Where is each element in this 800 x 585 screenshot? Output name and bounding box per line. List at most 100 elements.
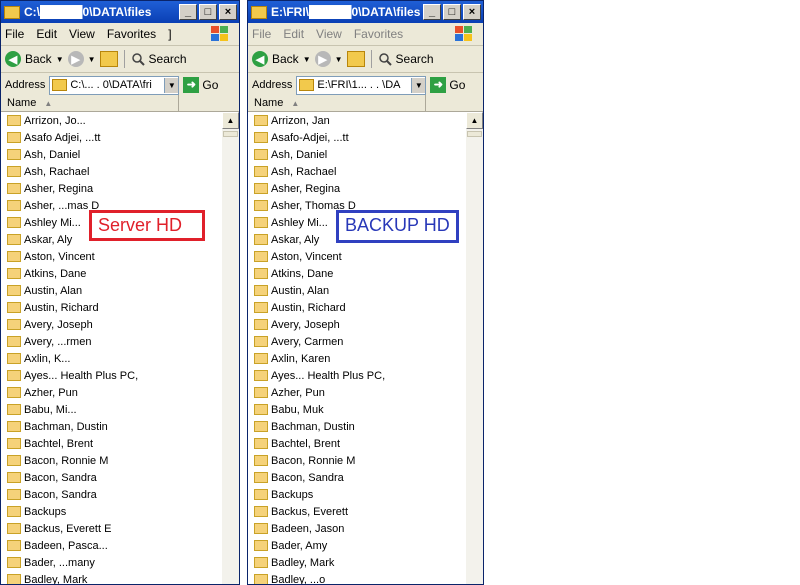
- folder-row[interactable]: Bader, Amy: [248, 537, 466, 554]
- folder-name: Babu, Mi...: [24, 403, 77, 416]
- folder-row[interactable]: Ash, Daniel: [248, 146, 466, 163]
- folder-row[interactable]: Badley, ...o: [248, 571, 466, 584]
- folder-row[interactable]: Axlin, Karen: [248, 350, 466, 367]
- close-button[interactable]: ×: [219, 4, 237, 20]
- folder-row[interactable]: Aston, Vincent: [248, 248, 466, 265]
- maximize-button[interactable]: □: [443, 4, 461, 20]
- folder-row[interactable]: Ayes... Health Plus PC,: [1, 367, 222, 384]
- menu-file[interactable]: File: [252, 27, 271, 41]
- folder-row[interactable]: Avery, ...rmen: [1, 333, 222, 350]
- folder-row[interactable]: Bachman, Dustin: [248, 418, 466, 435]
- folder-row[interactable]: Babu, Mi...: [1, 401, 222, 418]
- folder-row[interactable]: Backus, Everett: [248, 503, 466, 520]
- folder-row[interactable]: Backus, Everett E: [1, 520, 222, 537]
- folder-row[interactable]: Austin, Richard: [248, 299, 466, 316]
- go-button[interactable]: ➜ Go: [183, 77, 218, 93]
- folder-row[interactable]: Atkins, Dane: [1, 265, 222, 282]
- menu-file[interactable]: File: [5, 27, 24, 41]
- folder-row[interactable]: Ash, Rachael: [1, 163, 222, 180]
- up-folder-icon[interactable]: [346, 51, 365, 67]
- folder-row[interactable]: Arrizon, Jo...: [1, 112, 222, 129]
- menu-favorites[interactable]: Favorites: [354, 27, 403, 41]
- folder-row[interactable]: Atkins, Dane: [248, 265, 466, 282]
- folder-row[interactable]: Avery, Joseph: [1, 316, 222, 333]
- back-button[interactable]: Back: [25, 52, 52, 66]
- folder-row[interactable]: Avery, Carmen: [248, 333, 466, 350]
- folder-row[interactable]: Asafo Adjei, ...tt: [1, 129, 222, 146]
- scroll-up-icon[interactable]: ▲: [466, 112, 483, 129]
- folder-row[interactable]: Ash, Daniel: [1, 146, 222, 163]
- back-dropdown-icon[interactable]: ▼: [56, 55, 64, 64]
- folder-row[interactable]: Asafo-Adjei, ...tt: [248, 129, 466, 146]
- folder-row[interactable]: Azher, Pun: [248, 384, 466, 401]
- name-column-header[interactable]: Name ▲: [248, 95, 426, 111]
- name-column-header[interactable]: Name ▲: [1, 95, 179, 111]
- folder-row[interactable]: Badley, Mark: [248, 554, 466, 571]
- folder-row[interactable]: Austin, Richard: [1, 299, 222, 316]
- folder-row[interactable]: Bachtel, Brent: [248, 435, 466, 452]
- go-button[interactable]: ➜ Go: [430, 77, 465, 93]
- title-bar[interactable]: C:\█████0\DATA\files _ □ ×: [1, 1, 239, 23]
- menu-favorites[interactable]: Favorites: [107, 27, 156, 41]
- menu-overflow[interactable]: ]: [168, 27, 171, 41]
- menu-view[interactable]: View: [69, 27, 95, 41]
- forward-arrow-icon[interactable]: ▶: [67, 51, 84, 67]
- back-button[interactable]: Back: [272, 52, 299, 66]
- folder-row[interactable]: Badley, Mark: [1, 571, 222, 584]
- forward-dropdown-icon[interactable]: ▼: [88, 55, 96, 64]
- folder-row[interactable]: Bacon, Sandra: [1, 486, 222, 503]
- folder-row[interactable]: Ash, Rachael: [248, 163, 466, 180]
- back-arrow-icon[interactable]: ◀: [5, 51, 21, 67]
- search-icon[interactable]: [378, 52, 392, 66]
- address-dropdown-icon[interactable]: ▼: [411, 77, 426, 93]
- back-arrow-icon[interactable]: ◀: [252, 51, 268, 67]
- back-dropdown-icon[interactable]: ▼: [303, 55, 311, 64]
- minimize-button[interactable]: _: [179, 4, 197, 20]
- menu-edit[interactable]: Edit: [36, 27, 57, 41]
- folder-row[interactable]: Backups: [248, 486, 466, 503]
- menu-view[interactable]: View: [316, 27, 342, 41]
- menu-edit[interactable]: Edit: [283, 27, 304, 41]
- folder-row[interactable]: Bacon, Ronnie M: [248, 452, 466, 469]
- folder-row[interactable]: Bachtel, Brent: [1, 435, 222, 452]
- folder-row[interactable]: Babu, Muk: [248, 401, 466, 418]
- folder-row[interactable]: Azher, Pun: [1, 384, 222, 401]
- folder-row[interactable]: Avery, Joseph: [248, 316, 466, 333]
- folder-row[interactable]: Badeen, Jason: [248, 520, 466, 537]
- folder-row[interactable]: Ayes... Health Plus PC,: [248, 367, 466, 384]
- folder-row[interactable]: Backups: [1, 503, 222, 520]
- folder-row[interactable]: Asher, Regina: [248, 180, 466, 197]
- folder-row[interactable]: Axlin, K...: [1, 350, 222, 367]
- folder-row[interactable]: Austin, Alan: [248, 282, 466, 299]
- folder-row[interactable]: Asher, Regina: [1, 180, 222, 197]
- scroll-up-icon[interactable]: ▲: [222, 112, 239, 129]
- folder-row[interactable]: Aston, Vincent: [1, 248, 222, 265]
- scroll-thumb[interactable]: [223, 131, 238, 137]
- search-icon[interactable]: [131, 52, 145, 66]
- vertical-scrollbar[interactable]: ▲: [466, 112, 483, 584]
- folder-row[interactable]: Bacon, Sandra: [248, 469, 466, 486]
- folder-row[interactable]: Badeen, Pasca...: [1, 537, 222, 554]
- search-button[interactable]: Search: [396, 52, 434, 66]
- folder-row[interactable]: Bacon, Sandra: [1, 469, 222, 486]
- address-dropdown-icon[interactable]: ▼: [164, 77, 179, 93]
- forward-dropdown-icon[interactable]: ▼: [335, 55, 343, 64]
- folder-row[interactable]: Austin, Alan: [1, 282, 222, 299]
- vertical-scrollbar[interactable]: ▲: [222, 112, 239, 584]
- address-input[interactable]: C:\... . 0\DATA\fri ▼: [49, 75, 180, 95]
- search-button[interactable]: Search: [149, 52, 187, 66]
- folder-row[interactable]: Bachman, Dustin: [1, 418, 222, 435]
- scroll-thumb[interactable]: [467, 131, 482, 137]
- title-bar[interactable]: E:\FRI\█████0\DATA\files _ □ ×: [248, 1, 483, 23]
- minimize-button[interactable]: _: [423, 4, 441, 20]
- address-input[interactable]: E:\FRI\1... . . \DA ▼: [296, 75, 427, 95]
- folder-row[interactable]: Bader, ...many: [1, 554, 222, 571]
- close-button[interactable]: ×: [463, 4, 481, 20]
- maximize-button[interactable]: □: [199, 4, 217, 20]
- folder-name: Ashley Mi...: [24, 216, 81, 229]
- folder-row[interactable]: Arrizon, Jan: [248, 112, 466, 129]
- up-folder-icon[interactable]: [99, 51, 118, 67]
- folder-row[interactable]: Bacon, Ronnie M: [1, 452, 222, 469]
- folder-name: Bacon, Sandra: [271, 471, 344, 484]
- forward-arrow-icon[interactable]: ▶: [314, 51, 331, 67]
